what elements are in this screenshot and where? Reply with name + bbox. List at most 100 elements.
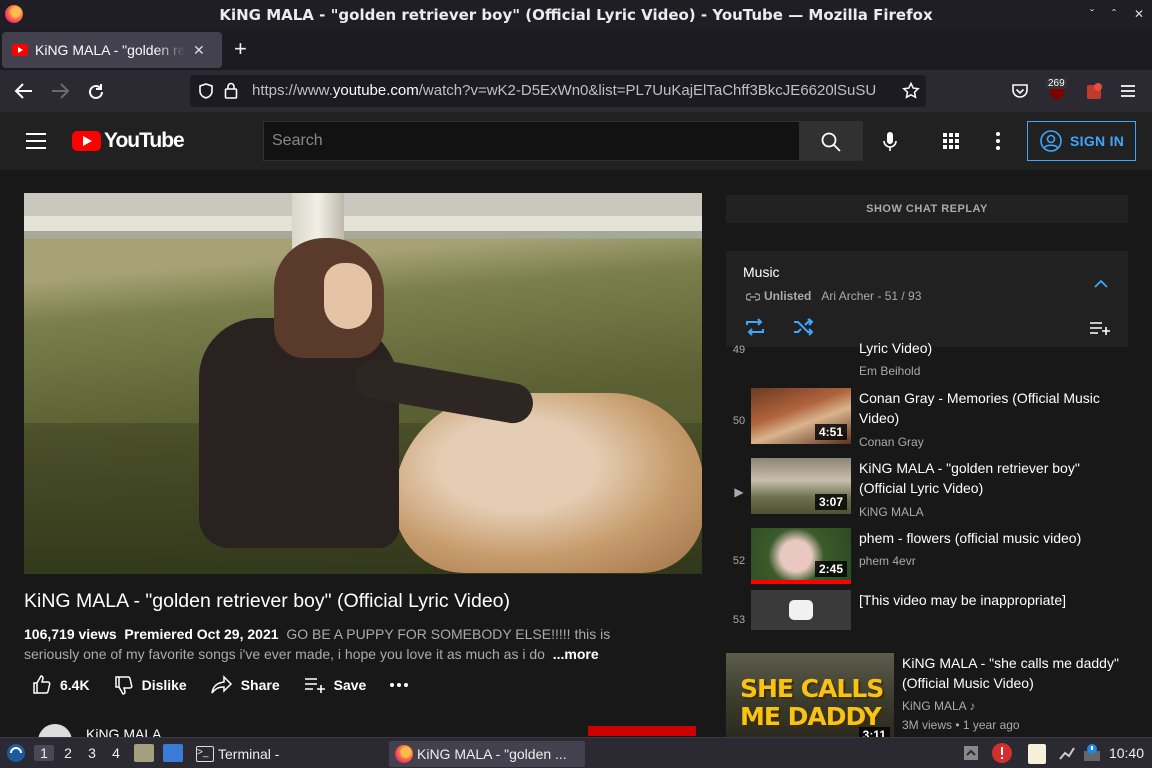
- link-icon: [745, 293, 761, 301]
- playlist-save-icon[interactable]: [1089, 320, 1111, 336]
- workspace-1[interactable]: 1: [34, 745, 54, 761]
- tab-youtube[interactable]: KiNG MALA - "golden retriever boy" (Offi…: [2, 32, 222, 68]
- guide-menu-icon[interactable]: [26, 133, 46, 149]
- recommended-title: KiNG MALA - "she calls me daddy" (Offici…: [902, 655, 1119, 691]
- playlist-item[interactable]: 49 Lyric Video) Em Beihold: [726, 341, 1128, 381]
- apps-grid-icon[interactable]: [943, 133, 959, 149]
- url-text: https://www.youtube.com/watch?v=wK2-D5Ex…: [252, 82, 877, 99]
- account-circle-icon: [1040, 130, 1062, 152]
- save-button[interactable]: Save: [304, 676, 366, 694]
- video-frame-dog: [394, 393, 702, 573]
- reload-icon[interactable]: [86, 82, 106, 102]
- maximize-button[interactable]: ˆ: [1112, 7, 1116, 21]
- bookmark-star-icon[interactable]: [902, 82, 920, 100]
- premiere-date: Premiered Oct 29, 2021: [124, 626, 279, 642]
- music-note-icon: ♪: [969, 699, 976, 713]
- close-window-button[interactable]: ✕: [1134, 7, 1144, 21]
- workspace-4[interactable]: 4: [106, 745, 126, 761]
- playlist-item-title: Conan Gray - Memories (Official Music Vi…: [859, 390, 1100, 426]
- terminal-icon: >_: [196, 746, 214, 762]
- share-button[interactable]: Share: [210, 675, 280, 695]
- settings-more-icon[interactable]: [996, 132, 1000, 150]
- playlist-item-thumbnail: 3:07: [751, 458, 851, 514]
- file-manager-icon[interactable]: [134, 744, 154, 762]
- video-player[interactable]: [24, 193, 702, 574]
- youtube-logo-text[interactable]: YouTube: [104, 129, 185, 153]
- sign-in-button[interactable]: SIGN IN: [1027, 121, 1136, 161]
- navigation-bar: https://www.youtube.com/watch?v=wK2-D5Ex…: [0, 70, 1152, 112]
- updates-icon[interactable]: [1082, 743, 1102, 763]
- tray-up-arrow-icon[interactable]: [963, 745, 979, 761]
- video-description[interactable]: 106,719 views Premiered Oct 29, 2021 GO …: [24, 624, 664, 664]
- taskbar-terminal[interactable]: >_ Terminal -: [190, 741, 380, 767]
- search-input[interactable]: [264, 122, 799, 160]
- playlist-item-thumbnail: [751, 590, 851, 630]
- tab-label: KiNG MALA - "golden retriever boy" (Offi…: [35, 42, 185, 58]
- youtube-logo-icon[interactable]: [72, 131, 101, 151]
- start-menu-icon[interactable]: [6, 743, 26, 763]
- ublock-badge: 269: [1046, 78, 1067, 89]
- more-link[interactable]: ...more: [553, 646, 599, 662]
- playlist-item[interactable]: 52 2:45 phem - flowers (official music v…: [726, 528, 1128, 588]
- network-icon[interactable]: [1058, 745, 1076, 761]
- tab-close-icon[interactable]: ✕: [193, 42, 205, 59]
- workspace-3[interactable]: 3: [82, 745, 102, 761]
- thumbs-down-icon: [114, 676, 133, 695]
- subscribe-button[interactable]: [588, 726, 696, 736]
- collapse-chevron-up-icon[interactable]: [1094, 279, 1108, 289]
- minimize-button[interactable]: ˇ: [1090, 7, 1094, 21]
- alert-icon[interactable]: [991, 742, 1013, 764]
- thumbs-up-icon: [33, 675, 51, 694]
- clock: 10:40: [1108, 745, 1144, 761]
- extension-icon[interactable]: [1085, 81, 1105, 101]
- playlist-header: Music Unlisted Ari Archer - 51 / 93: [726, 251, 1128, 347]
- youtube-favicon-icon: [12, 44, 28, 56]
- menu-hamburger-icon[interactable]: [1120, 84, 1136, 98]
- playlist-item-channel: phem 4evr: [859, 554, 916, 568]
- recommended-meta: 3M views • 1 year ago: [902, 718, 1020, 732]
- playlist-item-channel: Em Beihold: [859, 364, 921, 378]
- new-tab-button[interactable]: +: [234, 38, 247, 60]
- show-desktop-icon[interactable]: [163, 744, 183, 762]
- window-titlebar: KiNG MALA - "golden retriever boy" (Offi…: [0, 0, 1152, 30]
- loop-icon[interactable]: [744, 318, 766, 336]
- playlist-item-title: Lyric Video): [859, 340, 933, 356]
- playlist-item[interactable]: 50 4:51 Conan Gray - Memories (Official …: [726, 388, 1128, 449]
- more-actions-icon[interactable]: [390, 683, 409, 687]
- recommended-thumbnail: SHE CALLS ME DADDY 3:11: [726, 653, 894, 737]
- forward-arrow-icon[interactable]: [50, 82, 70, 100]
- voice-search-button[interactable]: [872, 124, 908, 160]
- video-title: KiNG MALA - "golden retriever boy" (Offi…: [24, 590, 511, 612]
- recommended-video[interactable]: SHE CALLS ME DADDY 3:11 KiNG MALA - "she …: [726, 653, 1128, 737]
- dislike-button[interactable]: Dislike: [114, 675, 187, 695]
- search-box[interactable]: [263, 121, 800, 161]
- playlist-item-current[interactable]: ▶ 3:07 KiNG MALA - "golden retriever boy…: [726, 458, 1128, 519]
- show-chat-replay-button[interactable]: SHOW CHAT REPLAY: [726, 195, 1128, 223]
- like-button[interactable]: 6.4K: [32, 675, 90, 695]
- window-title: KiNG MALA - "golden retriever boy" (Offi…: [219, 6, 933, 24]
- playlist-item-channel: Conan Gray: [859, 435, 924, 449]
- workspace-2[interactable]: 2: [58, 745, 78, 761]
- clipboard-icon[interactable]: [1028, 744, 1046, 764]
- playlist-item-channel: KiNG MALA: [859, 505, 924, 519]
- playlist-item-title: phem - flowers (official music video): [859, 530, 1082, 546]
- unavailable-video-icon: [789, 600, 813, 620]
- playlist-add-icon: [304, 678, 325, 693]
- back-arrow-icon[interactable]: [14, 82, 34, 100]
- lock-icon[interactable]: [224, 82, 238, 99]
- playlist-item-title: KiNG MALA - "golden retriever boy" (Offi…: [859, 460, 1080, 496]
- pocket-icon[interactable]: [1011, 83, 1029, 99]
- url-bar[interactable]: https://www.youtube.com/watch?v=wK2-D5Ex…: [190, 75, 926, 107]
- playlist-title[interactable]: Music: [743, 264, 780, 280]
- search-button[interactable]: [799, 121, 863, 161]
- taskbar-firefox[interactable]: KiNG MALA - "golden ...: [389, 741, 585, 767]
- microphone-icon: [883, 132, 897, 151]
- shield-icon[interactable]: [198, 83, 214, 99]
- shuffle-icon[interactable]: [792, 318, 814, 336]
- desktop-taskbar: 1 2 3 4 >_ Terminal - KiNG MALA - "golde…: [0, 737, 1152, 768]
- youtube-header: YouTube SIGN IN: [0, 112, 1152, 170]
- thumbnail-caption: SHE CALLS ME DADDY: [740, 674, 884, 731]
- watch-progress-bar: [751, 580, 851, 584]
- recommended-duration: 3:11: [858, 727, 890, 737]
- playlist-item[interactable]: 53 [This video may be inappropriate]: [726, 590, 1128, 630]
